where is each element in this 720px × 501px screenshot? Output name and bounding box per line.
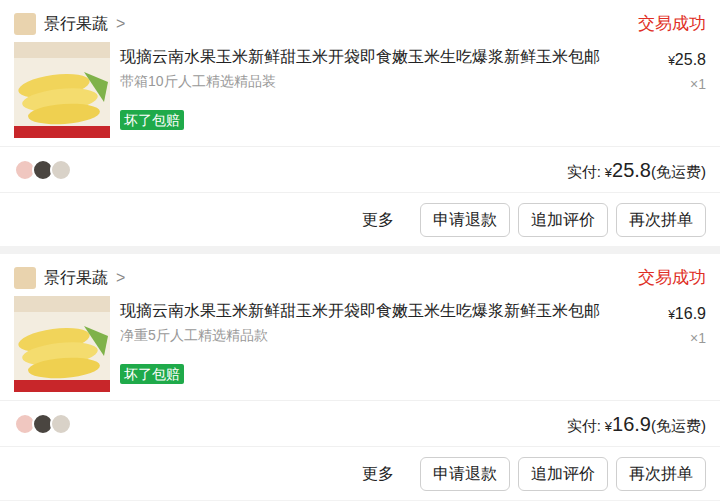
product-row[interactable]: 现摘云南水果玉米新鲜甜玉米开袋即食嫩玉米生吃爆浆新鲜玉米包邮净重5斤人工精选精品… [0,296,720,400]
product-title[interactable]: 现摘云南水果玉米新鲜甜玉米开袋即食嫩玉米生吃爆浆新鲜玉米包邮 [120,46,640,68]
guarantee-badge: 坏了包赔 [120,110,184,130]
product-spec: 带箱10斤人工精选精品装 [120,70,640,92]
buyer-avatar-icon [50,159,72,181]
order-action-button[interactable]: 申请退款 [420,203,510,237]
product-image[interactable] [14,296,110,392]
order-status: 交易成功 [638,11,706,37]
product-title[interactable]: 现摘云南水果玉米新鲜甜玉米开袋即食嫩玉米生吃爆浆新鲜玉米包邮 [120,300,640,322]
shop-name[interactable]: 景行果蔬 [44,266,108,290]
buyer-avatar-icon [50,413,72,435]
shop-name[interactable]: 景行果蔬 [44,12,108,36]
order-action-button[interactable]: 追加评价 [518,457,608,491]
order-card: 景行果蔬 > 交易成功现摘云南水果玉米新鲜甜玉米开袋即食嫩玉米生吃爆浆新鲜玉米包邮带… [0,0,720,246]
product-image[interactable] [14,42,110,138]
shop-link[interactable]: 景行果蔬 > [14,12,125,36]
product-price: ¥25.8 [668,48,706,72]
paid-total: 实付:¥25.8(免运费) [567,155,706,185]
order-action-button[interactable]: 申请退款 [420,457,510,491]
group-avatars [14,159,72,181]
product-spec: 净重5斤人工精选精品款 [120,324,640,346]
more-button[interactable]: 更多 [362,462,394,486]
order-action-button[interactable]: 再次拼单 [616,457,706,491]
paid-total: 实付:¥16.9(免运费) [567,409,706,439]
order-list: 景行果蔬>交易成功现摘云南水果玉米新鲜甜玉米开袋即食嫩玉米生吃爆浆新鲜玉米包邮带… [0,0,720,500]
summary-row: 实付:¥16.9(免运费) [0,400,720,446]
shop-logo-icon [14,13,36,35]
product-quantity: ×1 [690,74,706,95]
order-card: 景行果蔬 > 交易成功现摘云南水果玉米新鲜甜玉米开袋即食嫩玉米生吃爆浆新鲜玉米包邮净… [0,254,720,500]
order-action-button[interactable]: 再次拼单 [616,203,706,237]
summary-row: 实付:¥25.8(免运费) [0,146,720,192]
order-header: 景行果蔬 > 交易成功 [0,254,720,296]
guarantee-badge: 坏了包赔 [120,364,184,384]
chevron-icon: > [116,266,125,290]
order-action-button[interactable]: 追加评价 [518,203,608,237]
group-avatars [14,413,72,435]
product-row[interactable]: 现摘云南水果玉米新鲜甜玉米开袋即食嫩玉米生吃爆浆新鲜玉米包邮带箱10斤人工精选精… [0,42,720,146]
action-row: 更多 申请退款追加评价再次拼单 [0,192,720,246]
product-price: ¥16.9 [668,302,706,326]
action-row: 更多 申请退款追加评价再次拼单 [0,446,720,500]
chevron-icon: > [116,12,125,36]
shop-logo-icon [14,267,36,289]
order-status: 交易成功 [638,265,706,291]
shop-link[interactable]: 景行果蔬 > [14,266,125,290]
more-button[interactable]: 更多 [362,208,394,232]
order-header: 景行果蔬 > 交易成功 [0,0,720,42]
product-quantity: ×1 [690,328,706,349]
